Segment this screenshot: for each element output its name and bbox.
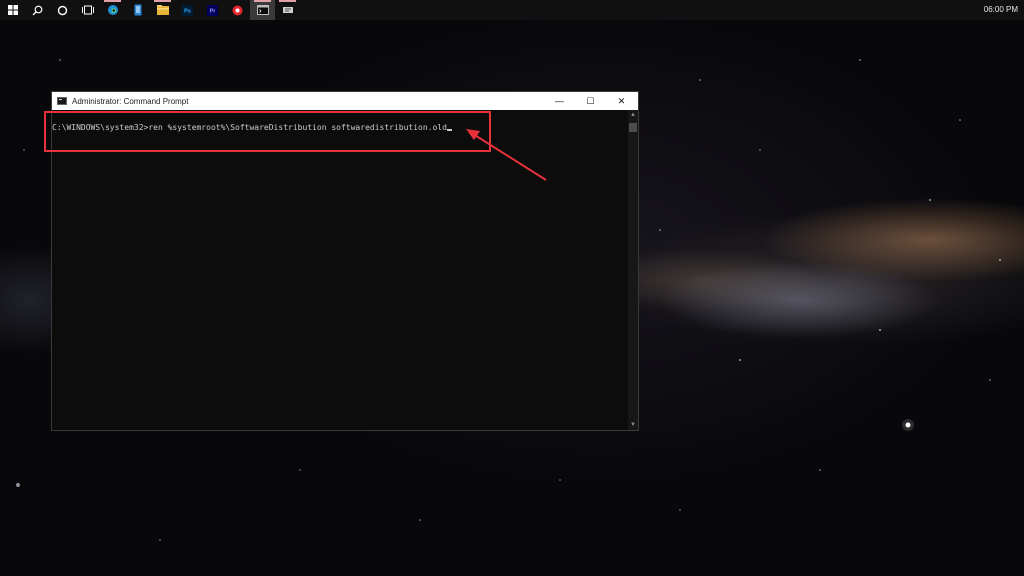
- annotation-arrow-icon: [466, 129, 547, 181]
